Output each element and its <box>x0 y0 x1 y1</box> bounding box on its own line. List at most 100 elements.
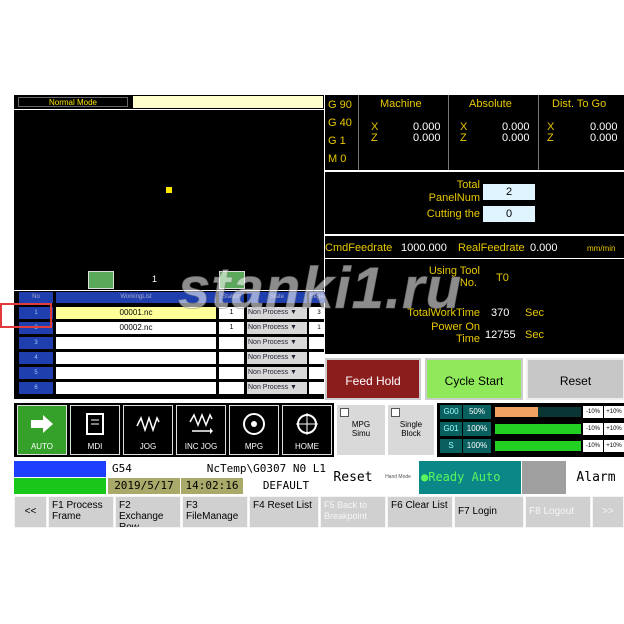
table-row[interactable]: 5 Non Process ▼ <box>14 367 329 381</box>
tool-position-marker <box>166 187 172 193</box>
gcode-0: G 90 <box>328 99 352 111</box>
program-path: NcTemp\G0307 N0 L1 <box>145 461 328 477</box>
document-icon <box>83 412 107 436</box>
tool-value: T0 <box>496 272 509 284</box>
status-reset: Reset <box>329 461 377 494</box>
row-state-select[interactable]: Non Process ▼ <box>247 352 307 364</box>
gcode-2: G 1 <box>328 135 346 147</box>
col-header-state: State <box>247 292 307 303</box>
row-station[interactable] <box>219 352 244 364</box>
row-file[interactable]: 00002.nc <box>56 322 216 334</box>
jog-mode-button[interactable]: JOG <box>123 405 173 455</box>
hand-mode-icon: Hand Mode Frame <box>378 461 418 513</box>
cutting-value[interactable]: 0 <box>483 206 535 222</box>
row-state-select[interactable]: Non Process ▼ <box>247 322 307 334</box>
panelnum-value[interactable]: 2 <box>483 184 535 200</box>
single-block-checkbox[interactable] <box>391 408 400 417</box>
absolute-header: Absolute <box>469 98 512 110</box>
fkey-f8[interactable]: F8 Logout <box>525 496 591 528</box>
total-worktime-unit: Sec <box>525 307 544 319</box>
alarm-status[interactable]: Alarm <box>567 461 624 494</box>
power-time-label: Time <box>455 333 480 345</box>
power-on-unit: Sec <box>525 329 544 341</box>
panel-count-panel: Total PanelNum 2 Cutting the 0 <box>325 172 624 234</box>
table-row[interactable]: 1 00001.nc 1 Non Process ▼ 3 <box>14 307 329 321</box>
auto-mode-button[interactable]: AUTO <box>17 405 67 455</box>
toolpath-viewer[interactable] <box>14 110 324 270</box>
override-tag: G00 <box>440 405 462 419</box>
row-file[interactable] <box>56 337 216 349</box>
mpg-mode-button[interactable]: MPG <box>229 405 279 455</box>
fkey-next[interactable]: >> <box>592 496 624 528</box>
row-state-select[interactable]: Non Process ▼ <box>247 337 307 349</box>
home-mode-button[interactable]: HOME <box>282 405 332 455</box>
row-station[interactable] <box>219 382 244 394</box>
row-file[interactable] <box>56 382 216 394</box>
row-file[interactable] <box>56 367 216 379</box>
mpg-simu-toggle[interactable]: MPG Simu <box>336 404 386 456</box>
row-station[interactable]: 1 <box>219 322 244 334</box>
rapid-override-bar <box>495 407 581 417</box>
status-date: 2019/5/17 <box>108 478 180 494</box>
row-station[interactable] <box>219 367 244 379</box>
row-station[interactable]: 1 <box>219 307 244 319</box>
row-state-select[interactable]: Non Process ▼ <box>247 382 307 394</box>
table-row[interactable]: 2 00002.nc 1 Non Process ▼ 1 <box>14 322 329 336</box>
highlight-box <box>0 303 52 328</box>
single-block-toggle[interactable]: Single Block <box>387 404 435 456</box>
real-feedrate-label: RealFeedrate <box>458 242 525 254</box>
cycle-start-button[interactable]: Cycle Start <box>425 358 523 400</box>
spindle-override-fill <box>495 441 581 451</box>
override-tag: S <box>440 439 462 453</box>
override-minus-button[interactable]: -10% <box>583 423 603 435</box>
power-on-value: 12755 <box>485 329 516 341</box>
row-state-select[interactable]: Non Process ▼ <box>247 367 307 379</box>
dist-header: Dist. To Go <box>552 98 607 110</box>
mode-bar: Normal Mode <box>14 95 324 109</box>
fkey-f6[interactable]: F6 Clear List <box>387 496 453 528</box>
row-state-select[interactable]: Non Process ▼ <box>247 307 307 319</box>
ready-status: ●Ready Auto <box>419 461 521 494</box>
reset-button[interactable]: Reset <box>526 358 624 400</box>
fkey-f3[interactable]: F3 FileManage <box>182 496 248 528</box>
spindle-override-bar <box>495 441 581 451</box>
override-plus-button[interactable]: +10% <box>604 423 624 435</box>
override-plus-button[interactable]: +10% <box>604 440 624 452</box>
table-toolstrip: 1 <box>14 270 324 290</box>
row-station[interactable] <box>219 337 244 349</box>
override-plus-button[interactable]: +10% <box>604 406 624 418</box>
row-no: 6 <box>19 382 53 394</box>
row-file[interactable] <box>56 352 216 364</box>
feedrate-unit: mm/min <box>587 244 616 253</box>
dist-z-value: 0.000 <box>590 132 618 144</box>
fkey-f7[interactable]: F7 Login <box>454 496 524 528</box>
prev-page-icon[interactable] <box>88 271 114 289</box>
handwheel-icon <box>242 412 266 436</box>
program-name-field[interactable] <box>133 96 323 108</box>
override-minus-button[interactable]: -10% <box>583 440 603 452</box>
fkey-f2[interactable]: F2 Exchange Row <box>115 496 181 528</box>
feed-override-fill <box>495 424 581 434</box>
mdi-mode-button[interactable]: MDI <box>70 405 120 455</box>
table-row[interactable]: 4 Non Process ▼ <box>14 352 329 366</box>
rapid-override-fill <box>495 407 538 417</box>
inc-jog-mode-button[interactable]: INC JOG <box>176 405 226 455</box>
table-row[interactable]: 3 Non Process ▼ <box>14 337 329 351</box>
fkey-f4[interactable]: F4 Reset List <box>249 496 319 528</box>
next-page-icon[interactable] <box>219 271 245 289</box>
override-minus-button[interactable]: -10% <box>583 406 603 418</box>
fkey-f1[interactable]: F1 Process Frame <box>48 496 114 528</box>
feed-hold-button[interactable]: Feed Hold <box>325 358 421 400</box>
axis-z-label: Z <box>371 132 378 144</box>
table-row[interactable]: 6 Non Process ▼ <box>14 382 329 396</box>
fkey-f5[interactable]: F5 Back to Breakpoint <box>320 496 386 528</box>
feedrate-panel: CmdFeedrate 1000.000 RealFeedrate 0.000 … <box>325 236 624 258</box>
wcs-label: G54 <box>108 461 144 477</box>
wave-arrow-icon <box>189 412 213 436</box>
page-number: 1 <box>152 274 158 284</box>
override-panel: G00 50% -10% +10% G01 100% -10% +10% S 1… <box>437 403 624 457</box>
fkey-prev[interactable]: << <box>14 496 47 528</box>
axis-z-label: Z <box>547 132 554 144</box>
mpg-simu-checkbox[interactable] <box>340 408 349 417</box>
row-file[interactable]: 00001.nc <box>56 307 216 319</box>
